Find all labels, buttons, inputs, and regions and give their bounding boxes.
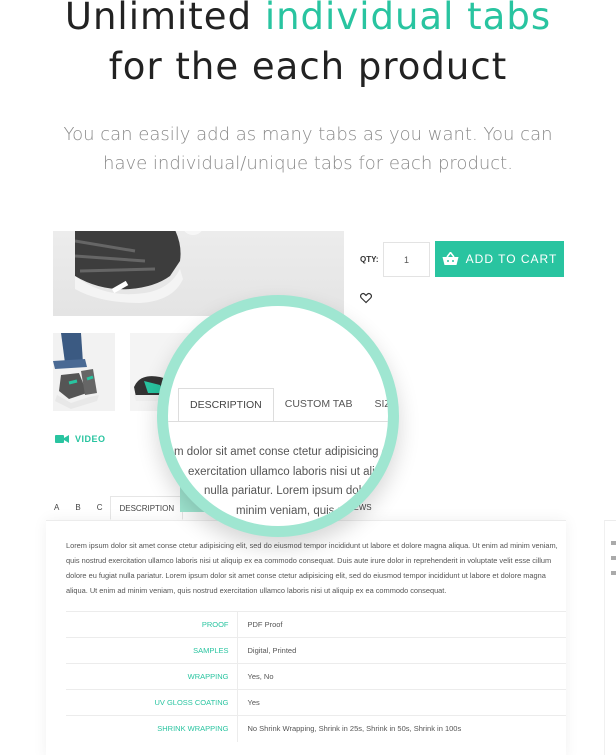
hero-title-line1: Unlimited individual tabs bbox=[0, 0, 616, 42]
tab-c[interactable]: C bbox=[89, 496, 111, 520]
attr-key: UV GLOSS COATING bbox=[66, 689, 238, 716]
table-row: WRAPPING Yes, No bbox=[66, 663, 566, 690]
table-row: PROOF PDF Proof bbox=[66, 611, 566, 638]
text-fragment bbox=[611, 571, 616, 575]
adjacent-panel-fragment bbox=[604, 520, 616, 755]
magnified-tabs: DESCRIPTION CUSTOM TAB SIZ bbox=[178, 388, 391, 422]
table-row: SHRINK WRAPPING No Shrink Wrapping, Shrin… bbox=[66, 715, 566, 742]
hero-subtitle-line1: You can easily add as many tabs as you w… bbox=[63, 124, 553, 145]
magnified-description: m dolor sit amet conse ctetur adipisicin… bbox=[174, 443, 394, 521]
tab-a[interactable]: A bbox=[46, 496, 67, 520]
magnified-line: minim veniam, quis nostrud bbox=[236, 504, 376, 517]
magnified-line: nulla pariatur. Lorem ipsum dolo bbox=[204, 485, 368, 497]
attr-value: Yes, No bbox=[237, 663, 566, 690]
attr-value: Digital, Printed bbox=[237, 637, 566, 664]
magnified-line: m dolor sit amet conse ctetur adipisicin… bbox=[174, 446, 394, 458]
attr-key: PROOF bbox=[66, 611, 238, 638]
magnified-line: exercitation ullamco laboris nisi ut ali… bbox=[188, 465, 388, 478]
add-to-cart-label: ADD TO CART bbox=[465, 252, 558, 266]
magnifier-lens: DESCRIPTION CUSTOM TAB SIZ m dolor sit a… bbox=[157, 295, 399, 537]
magnified-tab-divider bbox=[168, 421, 388, 422]
video-label: VIDEO bbox=[75, 434, 106, 444]
attr-value: No Shrink Wrapping, Shrink in 25s, Shrin… bbox=[237, 715, 566, 742]
heart-icon[interactable] bbox=[360, 292, 372, 304]
basket-icon bbox=[442, 252, 459, 265]
magnified-tab-description: DESCRIPTION bbox=[178, 388, 274, 422]
magnified-tab-custom: CUSTOM TAB bbox=[284, 398, 353, 410]
product-thumbnail[interactable] bbox=[53, 333, 115, 411]
attr-value: Yes bbox=[237, 689, 566, 716]
hero-title-accent: individual tabs bbox=[264, 0, 552, 38]
description-text: Lorem ipsum dolor sit amet conse ctetur … bbox=[66, 541, 558, 595]
text-fragment bbox=[611, 556, 616, 560]
attr-key: WRAPPING bbox=[66, 663, 238, 690]
video-link[interactable]: VIDEO bbox=[55, 434, 106, 444]
add-to-cart-button[interactable]: ADD TO CART bbox=[435, 241, 564, 277]
qty-label: QTY: bbox=[360, 255, 379, 264]
thumbnail-image bbox=[53, 333, 115, 411]
attr-value: PDF Proof bbox=[237, 611, 566, 638]
magnified-tab-size: SIZ bbox=[374, 398, 391, 410]
hero-subtitle-line2: have individual/unique tabs for each pro… bbox=[103, 153, 513, 174]
quantity-input[interactable] bbox=[383, 242, 430, 277]
attributes-table: PROOF PDF Proof SAMPLES Digital, Printed W… bbox=[66, 611, 566, 742]
table-row: SAMPLES Digital, Printed bbox=[66, 637, 566, 664]
sneaker-image bbox=[75, 231, 202, 303]
hero-title-plain: Unlimited bbox=[64, 0, 253, 38]
attr-key: SHRINK WRAPPING bbox=[66, 715, 238, 742]
description-panel: Lorem ipsum dolor sit amet conse ctetur … bbox=[46, 520, 566, 755]
tab-b[interactable]: B bbox=[67, 496, 88, 520]
attr-key: SAMPLES bbox=[66, 637, 238, 664]
video-camera-icon bbox=[55, 435, 69, 443]
tab-description[interactable]: DESCRIPTION bbox=[110, 496, 184, 520]
text-fragment bbox=[611, 541, 616, 545]
table-row: UV GLOSS COATING Yes bbox=[66, 689, 566, 716]
hero-title-line2: for the each product bbox=[108, 45, 508, 88]
